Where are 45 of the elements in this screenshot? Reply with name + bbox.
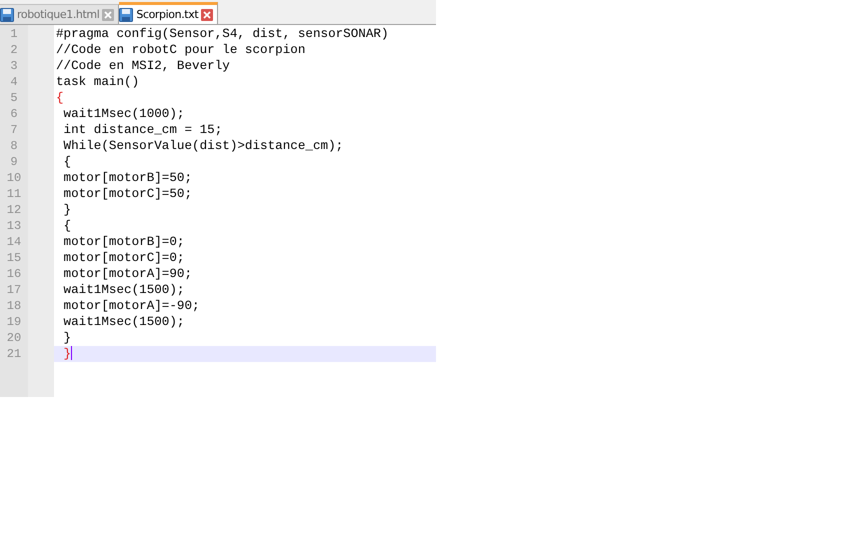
line-number: 16 <box>6 266 22 282</box>
code-line: //Code en MSI2, Beverly <box>55 58 231 74</box>
line-number: 6 <box>9 106 19 122</box>
code-line: #pragma config(Sensor,S4, dist, sensorSONAR) <box>55 26 390 42</box>
line-number: 17 <box>6 282 22 298</box>
line-number: 19 <box>6 314 22 330</box>
code-line: { <box>62 218 72 234</box>
line-number: 13 <box>6 218 22 234</box>
code-line: While(SensorValue(dist)>distance_cm); <box>62 138 344 154</box>
code-line: motor[motorA]=90; <box>62 266 194 282</box>
code-line: { <box>62 154 72 170</box>
code-line: } <box>62 330 72 346</box>
line-number: 3 <box>9 58 19 74</box>
code-line: motor[motorC]=0; <box>62 250 186 266</box>
code-line: //Code en robotC pour le scorpion <box>55 42 306 58</box>
code-line: { <box>55 90 65 106</box>
code-line: wait1Msec(1000); <box>62 106 186 122</box>
code-line: task main() <box>55 74 140 90</box>
line-number: 15 <box>6 250 22 266</box>
close-icon[interactable] <box>102 8 114 20</box>
file-tab[interactable]: Scorpion.txt <box>119 2 218 24</box>
code-line: motor[motorB]=0; <box>62 234 186 250</box>
close-icon[interactable] <box>201 8 214 20</box>
line-number: 9 <box>9 154 19 170</box>
line-number: 7 <box>9 122 19 138</box>
code-line: wait1Msec(1500); <box>62 282 186 298</box>
line-number: 18 <box>6 298 22 314</box>
line-number: 1 <box>9 26 19 42</box>
line-number: 20 <box>6 330 22 346</box>
line-number: 8 <box>9 138 19 154</box>
code-line: motor[motorC]=50; <box>62 186 194 202</box>
code-line: motor[motorB]=50; <box>62 170 194 186</box>
file-tab[interactable]: robotique1.html <box>0 4 120 24</box>
line-number: 12 <box>6 202 22 218</box>
code-line: } <box>62 202 72 218</box>
line-number: 4 <box>9 74 19 90</box>
line-number: 5 <box>9 90 19 106</box>
code-line: motor[motorA]=-90; <box>62 298 201 314</box>
code-line: int distance_cm = 15; <box>62 122 224 138</box>
line-number: 2 <box>9 42 19 58</box>
line-number: 11 <box>6 186 22 202</box>
line-number: 10 <box>6 170 22 186</box>
line-number: 14 <box>6 234 22 250</box>
line-number: 21 <box>6 346 22 362</box>
code-line: wait1Msec(1500); <box>62 314 186 330</box>
